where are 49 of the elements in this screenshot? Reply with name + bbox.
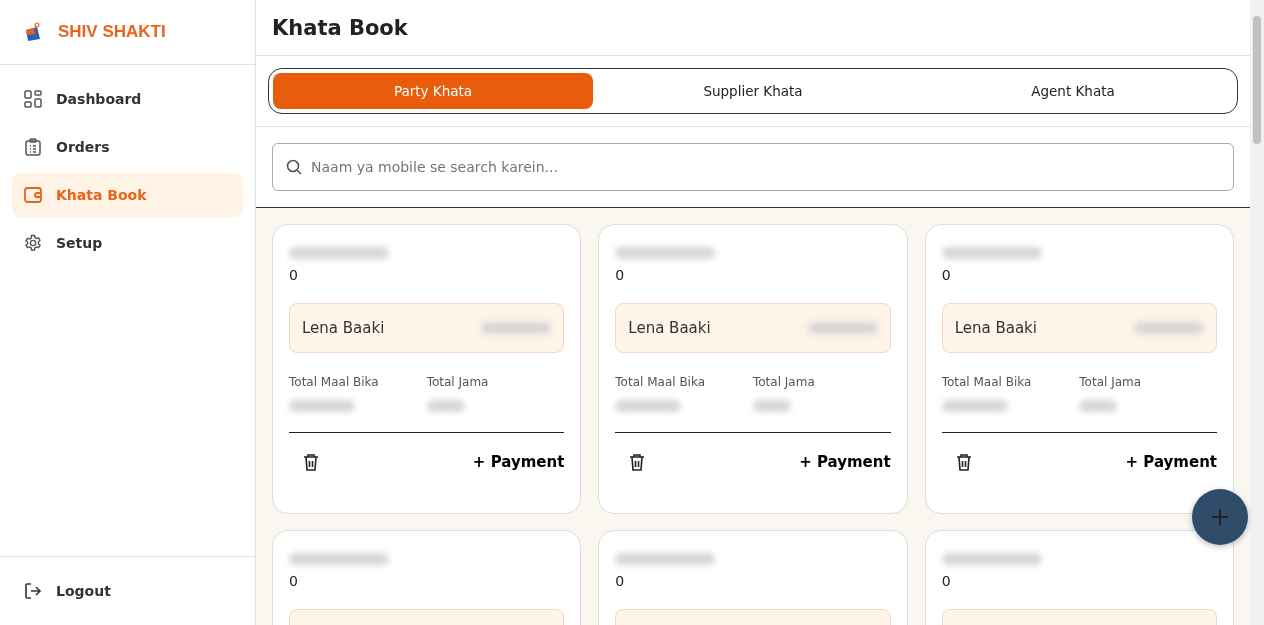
count-text: 0 (615, 267, 626, 283)
delete-icon[interactable] (303, 453, 319, 471)
balance-label: Lena Baaki (954, 319, 1037, 337)
count-text: 0 (289, 267, 299, 283)
wallet-icon (24, 186, 42, 204)
sidebar-item[interactable]: Setup (12, 221, 243, 265)
clipboard-icon (24, 138, 42, 156)
page-title: Khata Book (272, 15, 408, 40)
blurred-text (941, 400, 1008, 412)
stat-label: Total Jama (1079, 375, 1142, 389)
balance-label: Lena Baaki (628, 319, 711, 337)
dashboard-icon (24, 90, 42, 108)
stat-label: Total Maal Bika (941, 375, 1032, 389)
tab[interactable]: Agent Khata (913, 73, 1233, 109)
stat-label: Total Jama (753, 375, 815, 389)
sidebar-item[interactable]: Dashboard (12, 77, 243, 121)
logo-icon (24, 22, 42, 42)
payment-button[interactable]: + Payment (1125, 453, 1217, 471)
search-field[interactable]: Naam ya mobile se search karein... (272, 143, 1234, 191)
delete-icon[interactable] (629, 453, 646, 471)
stat-label: Total Maal Bika (289, 375, 379, 389)
tab[interactable]: Party Khata (273, 73, 593, 109)
blurred-text (1134, 322, 1204, 334)
delete-icon[interactable] (955, 453, 972, 471)
brand-name: SHIV SHAKTI (58, 22, 166, 42)
count-text: 0 (289, 573, 299, 589)
count-text: 0 (941, 573, 952, 589)
blurred-text (426, 400, 465, 412)
logout-button[interactable]: Logout (0, 556, 255, 625)
count-text: 0 (941, 267, 952, 283)
search-icon (286, 159, 302, 175)
blurred-text (481, 322, 552, 334)
sidebar-item[interactable]: Orders (12, 125, 243, 169)
scrollbar[interactable] (1250, 0, 1264, 625)
plus-icon (1211, 508, 1229, 526)
logout-icon (24, 582, 42, 600)
blurred-text (615, 400, 682, 412)
payment-button[interactable]: + Payment (799, 453, 891, 471)
stat-label: Total Jama (426, 375, 489, 389)
blurred-text (1079, 400, 1118, 412)
blurred-text (289, 400, 355, 412)
payment-button[interactable]: + Payment (472, 453, 565, 471)
stat-label: Total Maal Bika (615, 375, 706, 389)
blurred-text (753, 400, 791, 412)
blurred-text (807, 322, 878, 334)
tab[interactable]: Supplier Khata (593, 73, 913, 109)
count-text: 0 (615, 573, 626, 589)
settings-icon (24, 234, 42, 252)
balance-label: Lena Baaki (302, 319, 385, 337)
